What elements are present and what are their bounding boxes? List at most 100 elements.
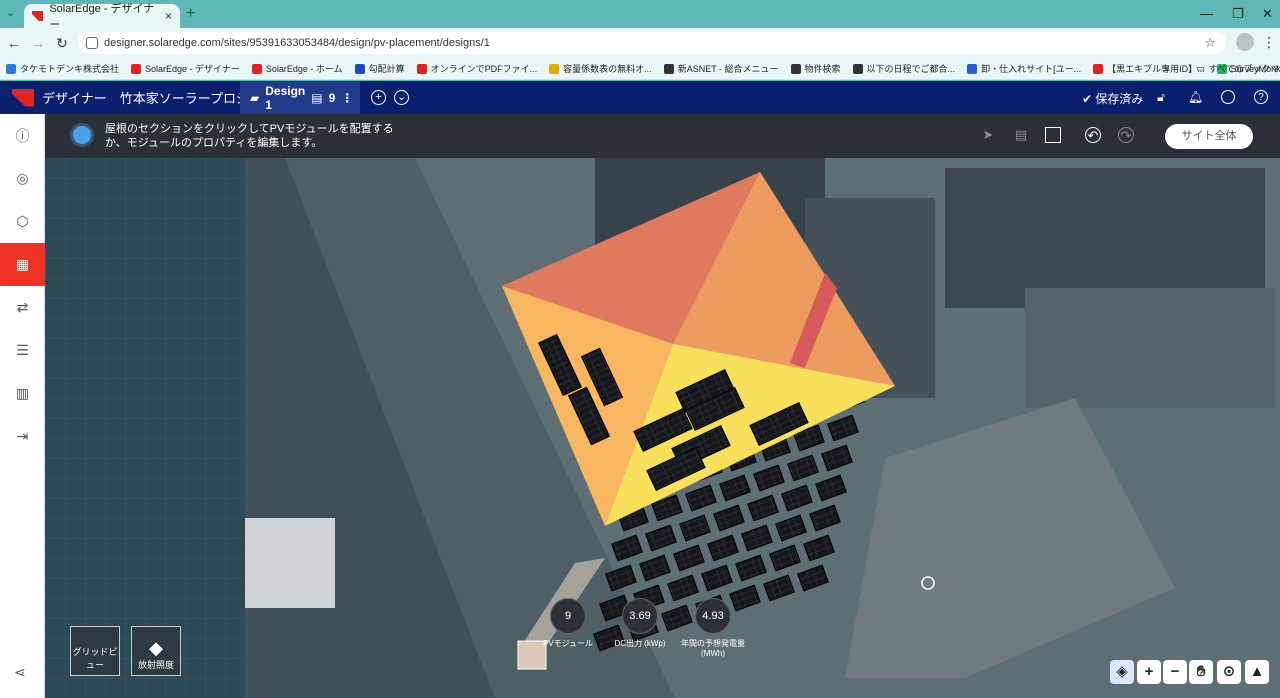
add-design-icon[interactable]: + xyxy=(371,90,386,105)
stat-dc-power-label: DC出力 (kWp) xyxy=(614,639,666,648)
bookmark-favicon-icon xyxy=(6,63,16,74)
bookmark-label: SolarEdge - ホーム xyxy=(265,64,343,74)
bookmark-item[interactable]: タケモトデンキ株式会社 xyxy=(0,62,125,75)
center-location-icon[interactable]: ⊙ xyxy=(1217,660,1241,684)
neighbor-solar-panel xyxy=(713,504,745,532)
design-tab-label: Design 1 xyxy=(265,83,306,112)
sidebar-cube-icon[interactable]: ⬡ xyxy=(0,200,45,243)
bookmark-favicon-icon xyxy=(663,63,674,74)
neighbor-solar-panel xyxy=(787,454,819,482)
bookmark-item[interactable]: SolarEdge - デザイナー xyxy=(125,62,246,75)
undo-icon[interactable]: ↶ xyxy=(1085,127,1101,143)
minimize-icon[interactable]: — xyxy=(1200,6,1213,21)
grid-view-button[interactable]: グリッドビュー xyxy=(70,626,120,676)
neighbor-solar-panel xyxy=(719,474,751,502)
bookmark-label: タケモトデンキ株式会社 xyxy=(20,64,120,74)
stat-annual-energy-label: 年間の予想発電量 (MWh) xyxy=(681,639,745,658)
zoom-in-icon[interactable]: + xyxy=(1137,660,1161,684)
solaredge-logo-icon[interactable] xyxy=(12,88,34,107)
sidebar-camera-icon[interactable]: ◎ xyxy=(0,157,45,200)
browser-menu-icon[interactable]: ⋮ xyxy=(1262,34,1276,51)
bookmark-item[interactable]: 物件検索 xyxy=(785,62,847,75)
neighbor-solar-panel xyxy=(763,574,795,602)
forward-icon[interactable]: → xyxy=(26,35,50,51)
window-close-icon[interactable]: ✕ xyxy=(1262,6,1273,22)
bookmark-favicon-icon xyxy=(852,63,863,74)
bookmark-label: 物件検索 xyxy=(804,64,841,74)
bookmark-favicon-icon xyxy=(967,63,978,74)
bookmark-item[interactable]: SolarEdge - ホーム xyxy=(246,62,349,75)
bookmark-favicon-icon xyxy=(549,63,560,74)
saved-status: ✔ 保存済み xyxy=(1082,92,1144,106)
bookmark-item[interactable]: 卸・仕入れサイト[ユー... xyxy=(961,62,1087,75)
sidebar-export-icon[interactable]: ⇥ xyxy=(0,415,45,458)
north-arrow-icon[interactable]: ▲ xyxy=(1245,660,1269,684)
bookmark-favicon-icon xyxy=(354,63,365,74)
bookmark-item[interactable]: 勾配計算 xyxy=(349,62,411,75)
sidebar-pv-placement-icon[interactable]: ▦ xyxy=(0,243,45,286)
tab-search-icon[interactable]: ⌄ xyxy=(6,6,15,19)
neighbor-solar-panel xyxy=(809,504,841,532)
bookmark-item[interactable]: 容量係数表の無料オ... xyxy=(543,62,658,75)
bookmarks-more-icon[interactable]: » xyxy=(1164,64,1169,74)
reload-icon[interactable]: ↻ xyxy=(50,35,74,52)
irradiance-button[interactable]: ◆ 放射照度 xyxy=(131,626,181,676)
sidebar-info-icon[interactable]: ⓘ xyxy=(0,114,45,157)
design-menu-icon[interactable]: ⋮ xyxy=(341,91,353,105)
design-tab[interactable]: ▰ Design 1 ▤ 9 ⋮ xyxy=(240,81,360,114)
bookmark-item[interactable]: 以下の日程でご都合... xyxy=(847,62,962,75)
design-flag-icon: ▰ xyxy=(250,90,260,105)
share-icon[interactable]: ⋖ xyxy=(14,664,26,681)
user-icon[interactable] xyxy=(1221,90,1235,104)
building-roof xyxy=(1025,288,1275,408)
close-tab-icon[interactable]: × xyxy=(165,9,172,23)
restore-icon[interactable]: ❐ xyxy=(1232,6,1244,22)
sidebar-stringing-icon[interactable]: ⇄ xyxy=(0,286,45,329)
bookmark-star-icon[interactable]: ☆ xyxy=(1204,35,1216,51)
bookmark-favicon-icon xyxy=(251,63,262,74)
map-canvas[interactable] xyxy=(245,158,1280,698)
design-dropdown-icon[interactable]: ⌄ xyxy=(394,90,409,105)
help-icon[interactable]: ? xyxy=(1254,90,1268,104)
neighbor-solar-panel xyxy=(707,534,739,562)
layers-icon[interactable]: ◈ xyxy=(1110,660,1134,684)
bookmarks-bar: タケモトデンキ株式会社 SolarEdge - デザイナー SolarEdge - … xyxy=(0,58,1280,80)
design-module-count: 9 xyxy=(328,90,336,105)
pan-hand-icon[interactable]: ✋︎ xyxy=(1189,660,1213,684)
all-bookmarks-folder[interactable]: ▭ すべてのブックマーク xyxy=(1190,62,1280,75)
url-text: designer.solaredge.com/sites/95391633053… xyxy=(104,37,490,49)
zoom-out-icon[interactable]: − xyxy=(1163,660,1187,684)
neighbor-solar-panel xyxy=(661,604,693,632)
neighbor-solar-panel xyxy=(775,514,807,542)
address-bar[interactable]: designer.solaredge.com/sites/95391633053… xyxy=(78,32,1226,54)
back-icon[interactable]: ← xyxy=(2,35,26,51)
site-info-icon[interactable] xyxy=(86,37,98,49)
module-properties-icon[interactable]: ▤ xyxy=(1013,127,1029,143)
satellite-map[interactable] xyxy=(245,158,1280,698)
bookmark-item[interactable]: 新ASNET - 総合メニュー xyxy=(658,62,785,75)
bookmark-item[interactable]: オンラインでPDFファイ... xyxy=(411,62,544,75)
neighbor-solar-panel xyxy=(645,524,677,552)
new-tab-icon[interactable]: + xyxy=(186,5,195,23)
sidebar-database-icon[interactable]: ☰ xyxy=(0,329,45,372)
app-header: デザイナー 竹本家ソーラープロジェクト ▰ Design 1 ▤ 9 ⋮ + ⌄… xyxy=(0,81,1280,114)
browser-tab[interactable]: SolarEdge - デザイナー × xyxy=(24,3,180,31)
solaredge-favicon-icon xyxy=(32,11,44,21)
fit-frame-icon[interactable] xyxy=(1045,127,1061,143)
neighbor-solar-panel xyxy=(781,484,813,512)
redo-icon[interactable]: ↷ xyxy=(1118,127,1134,143)
site-overview-button[interactable]: サイト全体 xyxy=(1165,124,1253,149)
solar-farm-ground xyxy=(845,398,1175,678)
lock-icon[interactable]: 🔓︎ xyxy=(1154,90,1168,104)
stat-annual-energy: 4.93 xyxy=(695,598,731,634)
neighbor-solar-panel xyxy=(747,494,779,522)
profile-avatar[interactable] xyxy=(1236,33,1254,51)
module-count-icon: ▤ xyxy=(311,90,323,105)
bookmark-label: 容量係数表の無料オ... xyxy=(563,64,652,74)
neighbor-solar-panel xyxy=(797,564,829,592)
bell-icon[interactable]: 🔔︎ xyxy=(1188,90,1203,104)
folder-icon: ▭ xyxy=(1196,63,1205,73)
select-pointer-icon[interactable]: ➤ xyxy=(980,127,996,143)
neighbor-solar-panel xyxy=(639,554,671,582)
sidebar-report-icon[interactable]: ▥ xyxy=(0,372,45,415)
